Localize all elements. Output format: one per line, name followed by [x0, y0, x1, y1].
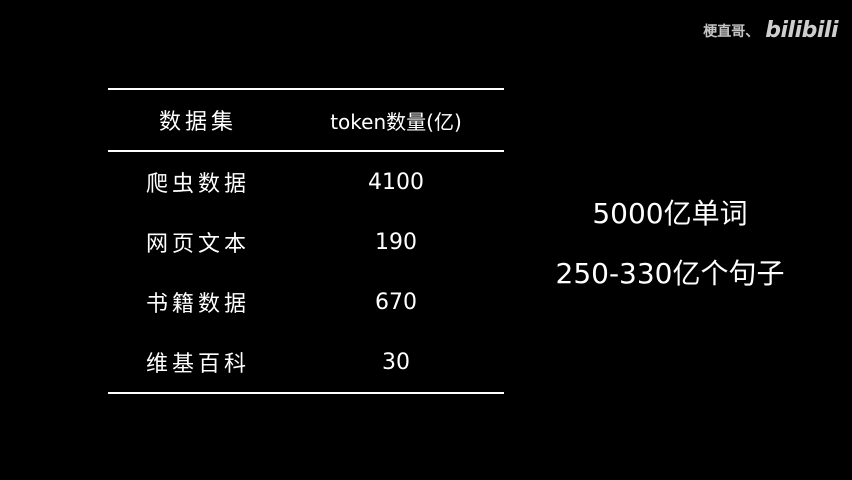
- table-header-row: 数据集 token数量(亿): [108, 90, 504, 150]
- row-name: 书籍数据: [145, 292, 250, 317]
- stat-words: 5000亿单词: [592, 197, 748, 230]
- row-name: 维基百科: [145, 352, 250, 377]
- watermark-author: 梗直哥、: [703, 23, 760, 40]
- row-name: 爬虫数据: [145, 172, 250, 197]
- table-bottom-rule: [108, 392, 504, 394]
- table-row: 书籍数据 670: [108, 272, 504, 332]
- row-value: 670: [375, 289, 417, 315]
- header-dataset: 数据集: [158, 110, 237, 135]
- stats-panel: 5000亿单词 250-330亿个句子: [525, 190, 815, 310]
- row-value: 190: [375, 229, 417, 255]
- header-token-count: token数量(亿): [330, 109, 462, 134]
- row-value: 4100: [368, 169, 424, 195]
- row-value: 30: [382, 349, 410, 375]
- table-row: 网页文本 190: [108, 212, 504, 272]
- watermark: 梗直哥、 bilibili: [703, 18, 838, 43]
- dataset-table: 数据集 token数量(亿) 爬虫数据 4100 网页文本 190 书籍数据 6…: [108, 88, 504, 394]
- table-row: 爬虫数据 4100: [108, 152, 504, 212]
- table-row: 维基百科 30: [108, 332, 504, 392]
- row-name: 网页文本: [145, 232, 250, 257]
- stat-sentences: 250-330亿个句子: [555, 257, 785, 290]
- bilibili-logo: bilibili: [765, 18, 838, 43]
